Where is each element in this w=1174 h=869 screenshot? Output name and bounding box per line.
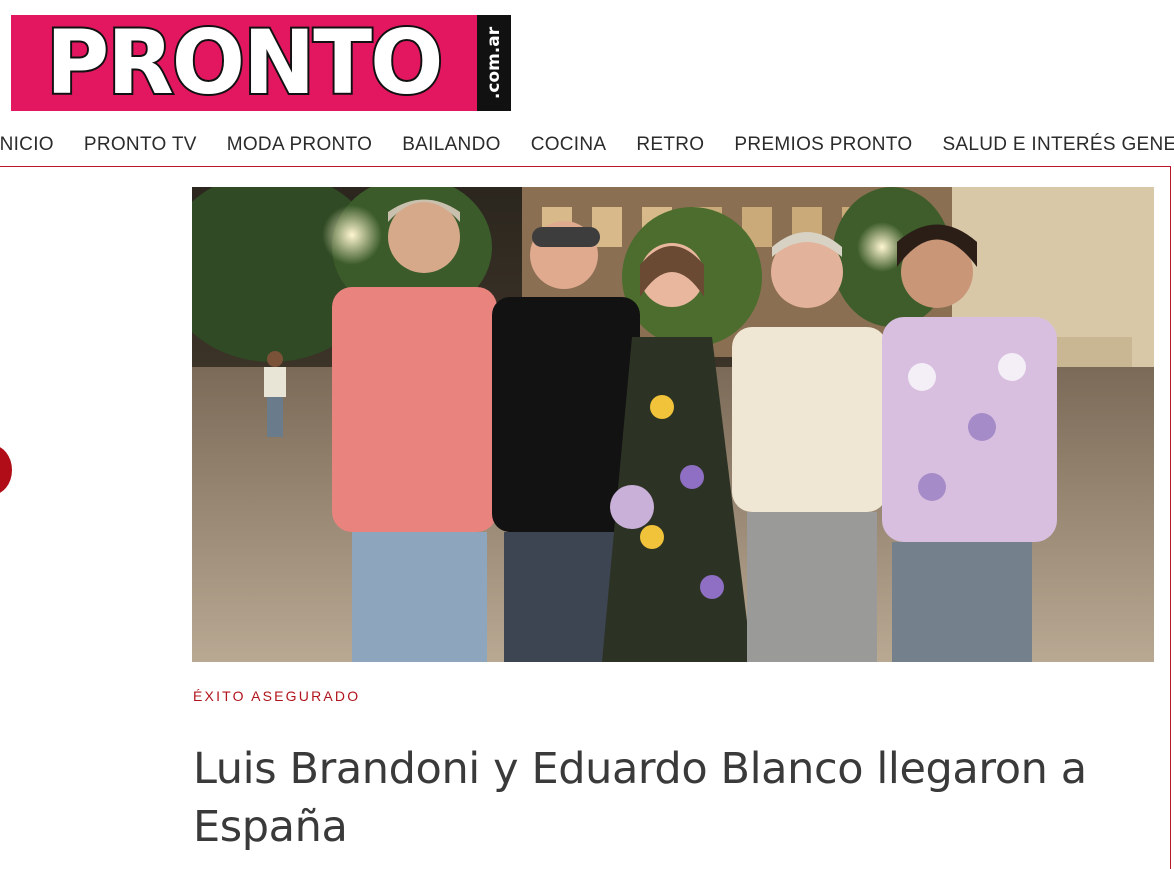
article-kicker[interactable]: ÉXITO ASEGURADO — [193, 688, 360, 704]
side-tab[interactable] — [0, 445, 12, 495]
nav-item-pronto-tv[interactable]: PRONTO TV — [84, 134, 197, 156]
nav-item-premios-pronto[interactable]: PREMIOS PRONTO — [734, 134, 912, 156]
nav-item-salud-interes-general[interactable]: SALUD E INTERÉS GENERAL — [942, 134, 1174, 156]
page: PRONTO .com.ar INICIO PRONTO TV MODA PRO… — [0, 0, 1174, 869]
main-nav: INICIO PRONTO TV MODA PRONTO BAILANDO CO… — [0, 128, 1174, 162]
nav-item-moda-pronto[interactable]: MODA PRONTO — [227, 134, 372, 156]
nav-item-cocina[interactable]: COCINA — [531, 134, 607, 156]
hero-photo-graphic — [192, 187, 1154, 662]
article-headline: Luis Brandoni y Eduardo Blanco llegaron … — [193, 744, 1087, 852]
nav-item-bailando[interactable]: BAILANDO — [402, 134, 501, 156]
article-hero-image — [192, 187, 1154, 662]
logo-domain: .com.ar — [484, 26, 504, 100]
site-logo[interactable]: PRONTO .com.ar — [11, 15, 511, 111]
nav-item-inicio[interactable]: INICIO — [0, 134, 54, 156]
nav-item-retro[interactable]: RETRO — [636, 134, 704, 156]
logo-wordmark: PRONTO — [44, 15, 445, 111]
logo-domain-box: .com.ar — [477, 15, 511, 111]
logo-wordmark-box: PRONTO — [11, 15, 477, 111]
